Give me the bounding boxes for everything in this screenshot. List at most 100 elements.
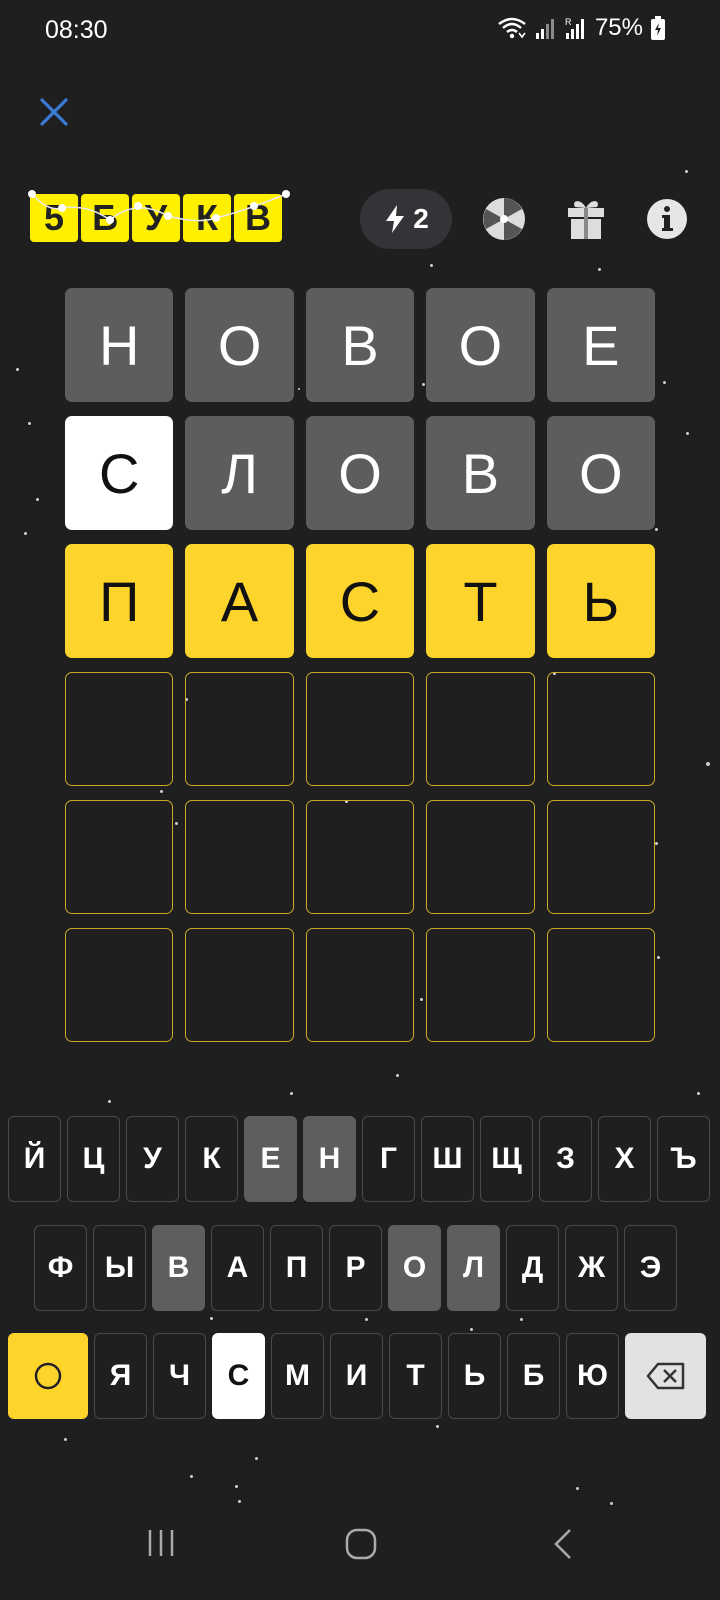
enter-key[interactable] xyxy=(8,1333,88,1419)
letter-tile-absent: О xyxy=(426,288,535,402)
gift-icon xyxy=(568,201,604,239)
snow-particle xyxy=(28,422,31,425)
snow-particle xyxy=(470,1328,473,1331)
snow-particle xyxy=(685,170,688,173)
letter-tile-absent: О xyxy=(305,416,415,530)
navigation-bar xyxy=(0,1500,720,1600)
letter-tile-present: Т xyxy=(426,544,535,658)
empty-tile xyxy=(305,672,415,786)
hint-count: 2 xyxy=(413,203,429,234)
letter-tile-present: П xyxy=(65,544,174,658)
snow-particle xyxy=(655,842,658,845)
key-letter[interactable]: З xyxy=(539,1116,592,1202)
empty-tile xyxy=(305,928,415,1042)
board-row: НОВОЕ xyxy=(65,288,656,402)
keyboard-row-1: ЙЦУКЕНГШЩЗХЪ xyxy=(8,1116,710,1202)
key-letter[interactable]: П xyxy=(270,1225,323,1311)
key-letter[interactable]: У xyxy=(126,1116,179,1202)
wheel-button[interactable] xyxy=(481,196,527,242)
recent-apps-icon[interactable] xyxy=(146,1528,176,1558)
empty-tile xyxy=(65,672,174,786)
wheel-icon xyxy=(483,198,525,240)
info-button[interactable] xyxy=(644,196,690,242)
letter-tile-absent: О xyxy=(185,288,294,402)
letter-tile-absent: Л xyxy=(185,416,294,530)
key-letter[interactable]: Ю xyxy=(566,1333,619,1419)
snow-particle xyxy=(520,1318,523,1321)
keyboard-row-2: ФЫВАПРОЛДЖЭ xyxy=(34,1225,677,1311)
key-letter[interactable]: Х xyxy=(598,1116,651,1202)
empty-tile xyxy=(185,800,294,914)
snow-particle xyxy=(436,1425,439,1428)
letter-tile-present: С xyxy=(305,544,415,658)
hint-button[interactable]: 2 xyxy=(360,189,452,249)
letter-tile-absent: Н xyxy=(65,288,174,402)
key-letter[interactable]: Ъ xyxy=(657,1116,710,1202)
key-letter[interactable]: Ф xyxy=(34,1225,87,1311)
snow-particle xyxy=(686,432,689,435)
key-letter[interactable]: Ш xyxy=(421,1116,474,1202)
key-letter[interactable]: И xyxy=(330,1333,383,1419)
letter-tile-absent: В xyxy=(426,416,535,530)
info-icon xyxy=(647,199,687,239)
snow-particle xyxy=(365,1318,368,1321)
key-used[interactable]: О xyxy=(388,1225,441,1311)
battery-percentage: 75% xyxy=(594,14,643,41)
key-letter[interactable]: Ч xyxy=(153,1333,206,1419)
key-letter[interactable]: К xyxy=(185,1116,238,1202)
empty-tile xyxy=(546,672,656,786)
key-used[interactable]: Е xyxy=(244,1116,297,1202)
key-letter[interactable]: Щ xyxy=(480,1116,533,1202)
gift-button[interactable] xyxy=(563,196,609,242)
key-letter[interactable]: М xyxy=(271,1333,324,1419)
letter-tile-present: Ь xyxy=(546,544,656,658)
letter-tile-correct: С xyxy=(65,416,174,530)
backspace-key[interactable] xyxy=(625,1333,706,1419)
snow-particle xyxy=(655,528,658,531)
snow-particle xyxy=(706,762,710,766)
snow-particle xyxy=(290,1092,293,1095)
home-icon[interactable] xyxy=(345,1528,377,1560)
key-letter[interactable]: Я xyxy=(94,1333,147,1419)
snow-particle xyxy=(64,1438,67,1441)
key-used[interactable]: В xyxy=(152,1225,205,1311)
empty-tile xyxy=(65,928,174,1042)
key-letter[interactable]: Э xyxy=(624,1225,677,1311)
empty-tile xyxy=(305,800,415,914)
garland-lights xyxy=(28,190,290,224)
key-correct[interactable]: С xyxy=(212,1333,265,1419)
empty-tile xyxy=(185,928,294,1042)
close-icon xyxy=(40,98,68,126)
snow-particle xyxy=(396,1074,399,1077)
key-used[interactable]: Н xyxy=(303,1116,356,1202)
key-letter[interactable]: Р xyxy=(329,1225,382,1311)
snow-particle xyxy=(657,956,660,959)
system-icons: R 75% xyxy=(497,14,665,42)
snow-particle xyxy=(255,1457,258,1460)
board-row xyxy=(65,800,656,914)
close-button[interactable] xyxy=(34,92,74,132)
battery-icon xyxy=(651,16,665,40)
key-letter[interactable]: Т xyxy=(389,1333,442,1419)
key-letter[interactable]: Ж xyxy=(565,1225,618,1311)
snow-particle xyxy=(24,532,27,535)
key-letter[interactable]: А xyxy=(211,1225,264,1311)
key-letter[interactable]: Ь xyxy=(448,1333,501,1419)
empty-tile xyxy=(426,800,535,914)
key-letter[interactable]: Ц xyxy=(67,1116,120,1202)
snow-particle xyxy=(190,1475,193,1478)
snow-particle xyxy=(576,1487,579,1490)
empty-tile xyxy=(185,672,294,786)
back-icon[interactable] xyxy=(552,1528,574,1560)
wifi-icon xyxy=(498,17,526,39)
key-used[interactable]: Л xyxy=(447,1225,500,1311)
key-letter[interactable]: Й xyxy=(8,1116,61,1202)
key-letter[interactable]: Ы xyxy=(93,1225,146,1311)
key-letter[interactable]: Д xyxy=(506,1225,559,1311)
svg-text:R: R xyxy=(565,17,572,27)
key-letter[interactable]: Г xyxy=(362,1116,415,1202)
key-letter[interactable]: Б xyxy=(507,1333,560,1419)
snow-particle xyxy=(430,264,433,267)
letter-tile-absent: Е xyxy=(546,288,656,402)
empty-tile xyxy=(426,672,535,786)
